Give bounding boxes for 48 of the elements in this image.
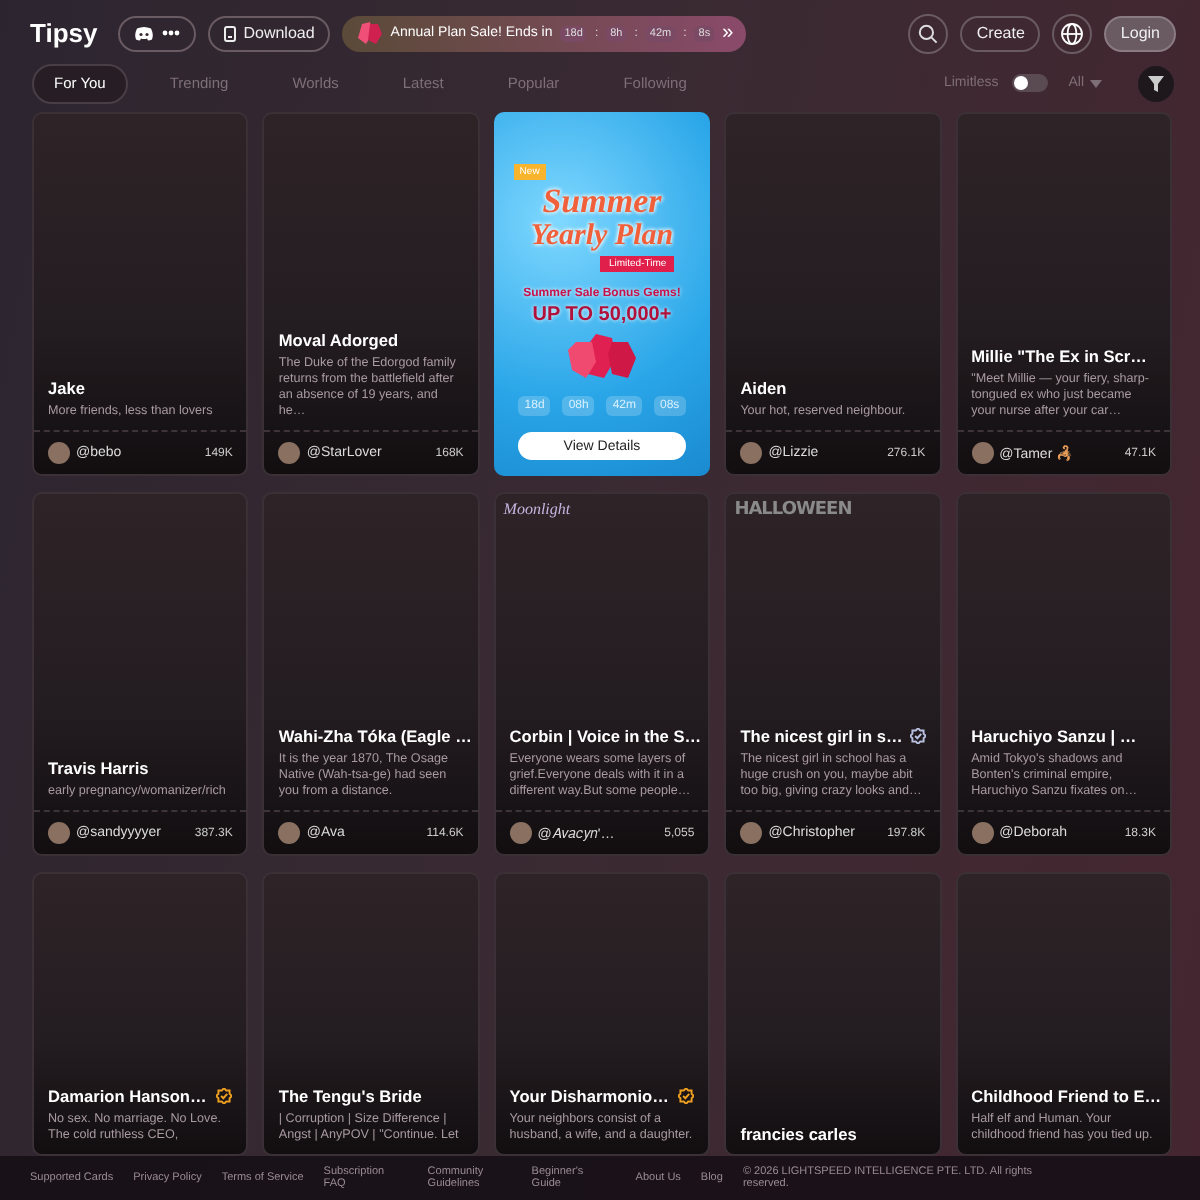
login-button[interactable]: Login [1104,15,1176,51]
gems-icon [567,330,636,382]
card-title: Childhood Friend to E… [971,1086,1162,1106]
filter-icon [1148,75,1164,91]
avatar [740,442,763,464]
avatar [278,442,301,464]
promo-headline: Summer [542,184,662,218]
create-button[interactable]: Create [960,15,1041,51]
more-icon [161,30,180,36]
search-button[interactable] [908,13,949,53]
discord-icon [133,25,154,41]
avatar [971,442,994,464]
app-logo[interactable]: Tipsy [30,18,98,48]
globe-icon [1060,21,1085,45]
card-title: Moval Adorged [278,330,399,350]
download-button[interactable]: Download [207,15,331,51]
cover-logo-text: HALLOWEEN [734,500,852,520]
promo-subheadline: Yearly Plan [530,222,674,252]
card-title: Your Disharmonio… [509,1086,669,1106]
limitless-toggle[interactable] [1012,74,1049,92]
card-title: Damarion Hanson… [48,1086,207,1106]
community-menu-button[interactable] [117,15,196,51]
card-title: The nicest girl in s… [740,726,903,746]
caret-icon [1090,79,1102,87]
language-button[interactable] [1052,13,1093,53]
character-card[interactable]: francies carles [724,872,942,1156]
avatar [48,442,70,464]
avatar [48,822,70,844]
cover-logo-text: Moonlight [503,500,571,518]
search-icon [918,23,939,43]
chevrons-icon: » [722,22,734,44]
avatar [740,822,763,844]
gems-icon [358,22,383,44]
filter-button[interactable] [1138,65,1174,101]
card-title: Travis Harris [48,758,149,778]
card-title: Haruchiyo Sanzu | … [971,726,1137,746]
phone-icon [223,25,236,41]
avatar [278,822,301,844]
avatar [509,822,532,844]
avatar [971,822,994,844]
card-title: Jake [48,378,85,398]
card-title: Wahi-Zha Tóka (Eagle … [278,726,472,746]
offer-text: UP TO 50,000+ [532,304,672,326]
card-title: Aiden [740,378,787,398]
card-title: The Tengu's Bride [278,1086,422,1106]
card-title: Millie "The Ex in Scr… [971,346,1147,366]
card-title: francies carles [740,1124,857,1144]
card-title: Corbin | Voice in the S… [509,726,702,746]
